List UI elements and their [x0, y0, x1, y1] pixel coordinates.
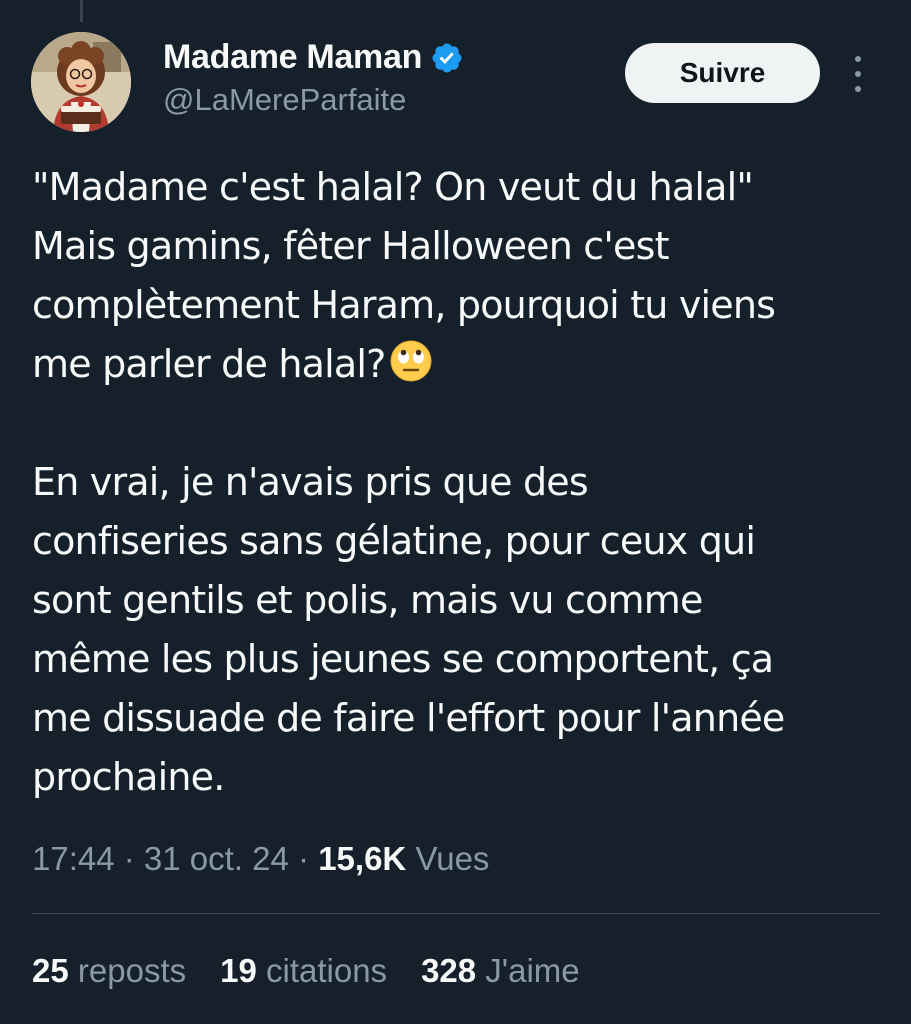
paragraph-break — [32, 394, 892, 453]
tweet-stats: 25 reposts 19 citations 328 J'aime — [32, 952, 580, 990]
tweet-date[interactable]: 31 oct. 24 — [144, 840, 289, 877]
tweet-line: complètement Haram, pourquoi tu viens — [32, 283, 776, 327]
tweet-line-text: me parler de halal? — [32, 342, 386, 386]
divider — [32, 913, 880, 914]
reposts-stat[interactable]: 25 reposts — [32, 952, 186, 990]
follow-button[interactable]: Suivre — [625, 43, 820, 103]
tweet-line-with-emoji: me parler de halal? — [32, 335, 892, 394]
more-dot — [855, 86, 861, 92]
quotes-count: 19 — [220, 952, 257, 989]
tweet-header: Madame Maman @LaMereParfaite Suivre — [0, 0, 911, 140]
likes-label: J'aime — [485, 952, 580, 989]
tweet-line: sont gentils et polis, mais vu comme — [32, 578, 703, 622]
quotes-label: citations — [266, 952, 388, 989]
meta-separator: · — [114, 840, 144, 877]
author-display-name[interactable]: Madame Maman — [163, 38, 422, 77]
tweet-meta: 17:44 · 31 oct. 24 · 15,6K Vues — [32, 840, 489, 878]
views-label[interactable]: Vues — [415, 840, 489, 877]
verified-badge-icon[interactable] — [430, 41, 464, 75]
likes-count: 328 — [421, 952, 477, 989]
avatar[interactable] — [31, 32, 131, 132]
more-dot — [855, 56, 861, 62]
tweet-line: "Madame c'est halal? On veut du halal" — [32, 165, 754, 209]
tweet-line: Mais gamins, fêter Halloween c'est — [32, 224, 670, 268]
reposts-label: reposts — [77, 952, 187, 989]
tweet-line: prochaine. — [32, 755, 225, 799]
author-handle[interactable]: @LaMereParfaite — [163, 82, 406, 118]
meta-separator: · — [288, 840, 319, 877]
more-dot — [855, 71, 861, 77]
more-vertical-icon[interactable] — [848, 56, 868, 92]
tweet-line: me dissuade de faire l'effort pour l'ann… — [32, 696, 785, 740]
face-with-rolling-eyes-icon — [390, 340, 432, 382]
tweet-line: confiseries sans gélatine, pour ceux qui — [32, 519, 756, 563]
tweet-body: "Madame c'est halal? On veut du halal" M… — [32, 158, 892, 807]
author-name-row: Madame Maman — [163, 38, 464, 77]
tweet-line: En vrai, je n'avais pris que des — [32, 460, 589, 504]
likes-stat[interactable]: 328 J'aime — [421, 952, 580, 990]
tweet-time[interactable]: 17:44 — [32, 840, 115, 877]
tweet-line: même les plus jeunes se comportent, ça — [32, 637, 774, 681]
quotes-stat[interactable]: 19 citations — [220, 952, 387, 990]
avatar-illustration — [31, 32, 131, 132]
views-count[interactable]: 15,6K — [318, 840, 406, 877]
reposts-count: 25 — [32, 952, 69, 989]
